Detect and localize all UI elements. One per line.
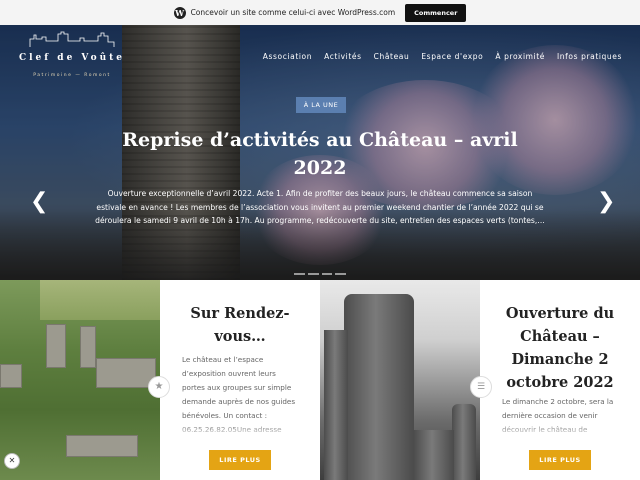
document-icon: ☰	[470, 376, 492, 398]
tower-photo[interactable]	[320, 280, 480, 480]
slider-dot[interactable]	[335, 273, 346, 275]
nav-activites[interactable]: Activités	[324, 52, 362, 61]
text-fade	[480, 422, 640, 440]
ruin-wall	[96, 358, 156, 388]
slider-next-arrow-icon[interactable]: ❯	[597, 191, 615, 213]
star-icon: ★	[148, 376, 170, 398]
close-icon[interactable]: ✕	[4, 453, 20, 469]
nav-infos-pratiques[interactable]: Infos pratiques	[557, 52, 622, 61]
featured-badge[interactable]: À LA UNE	[296, 97, 346, 113]
card-title[interactable]: Sur Rendez-vous…	[172, 302, 308, 348]
nav-chateau[interactable]: Château	[374, 52, 410, 61]
site-subtitle: Patrimoine — Romont	[33, 73, 111, 78]
slider-prev-arrow-icon[interactable]: ❮	[30, 191, 48, 213]
ruin-wall	[80, 326, 96, 368]
ruin-wall	[66, 435, 138, 457]
nav-espace-expo[interactable]: Espace d'expo	[421, 52, 483, 61]
field-image	[40, 280, 160, 320]
slider-dot[interactable]	[307, 273, 319, 275]
tower-image	[344, 294, 414, 480]
ruin-wall	[0, 364, 22, 388]
hero-excerpt: Ouverture exceptionnelle d’avril 2022. A…	[95, 189, 545, 225]
post-card: Sur Rendez-vous… Le château et l’espace …	[160, 280, 320, 480]
main-navigation: Association Activités Château Espace d'e…	[251, 52, 622, 61]
hero-title[interactable]: Reprise d’activités au Château – avril 2…	[110, 126, 530, 182]
promo-text: Concevoir un site comme celui-ci avec Wo…	[190, 8, 396, 17]
start-button[interactable]: Commencer	[405, 3, 467, 22]
nav-association[interactable]: Association	[263, 52, 312, 61]
nav-a-proximite[interactable]: À proximité	[495, 52, 545, 61]
tower-image	[452, 404, 476, 480]
ruin-wall	[46, 324, 66, 368]
read-more-button[interactable]: LIRE PLUS	[209, 450, 271, 470]
slider-dot[interactable]	[294, 273, 305, 275]
site-title: Clef de Voûte	[18, 53, 126, 63]
wall-image	[414, 430, 454, 480]
wordpress-promo-bar: W Concevoir un site comme celui-ci avec …	[0, 0, 640, 26]
post-card: Ouverture du Château – Dimanche 2 octobr…	[480, 280, 640, 480]
text-fade	[160, 422, 320, 440]
castle-icon	[29, 31, 115, 47]
ruins-photo[interactable]	[0, 280, 160, 480]
slider-progress	[294, 273, 346, 277]
card-title[interactable]: Ouverture du Château – Dimanche 2 octobr…	[492, 302, 628, 394]
read-more-button[interactable]: LIRE PLUS	[529, 450, 591, 470]
wall-image	[324, 330, 348, 480]
slider-dot[interactable]	[321, 273, 333, 275]
hero-slider: Clef de Voûte Patrimoine — Romont Associ…	[0, 25, 640, 280]
site-logo[interactable]: Clef de Voûte Patrimoine — Romont	[18, 29, 126, 85]
wordpress-logo-icon[interactable]: W	[173, 6, 186, 19]
